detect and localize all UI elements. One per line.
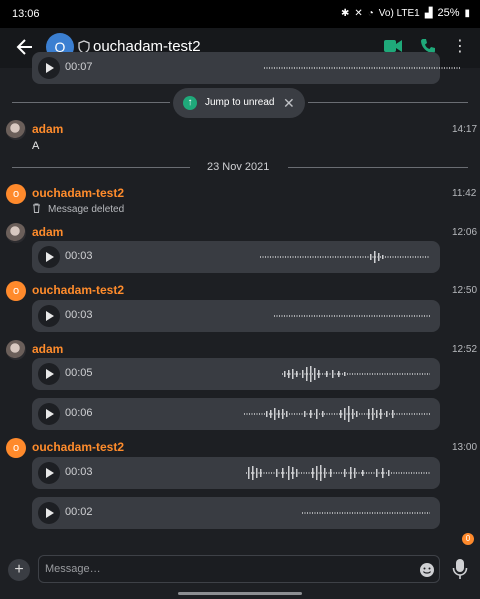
- more-options-icon[interactable]: ⋮: [452, 37, 468, 57]
- voice-duration: 00:02: [65, 506, 93, 518]
- date-divider: 23 Nov 2021: [207, 161, 270, 173]
- play-icon[interactable]: [38, 246, 60, 268]
- avatar[interactable]: o: [6, 281, 26, 301]
- play-icon[interactable]: [38, 403, 60, 425]
- unread-count-badge[interactable]: 0: [462, 533, 474, 545]
- microphone-icon[interactable]: [452, 558, 468, 580]
- chat-screen: 13:06 ✱ ✕ ◔ Vo) LTE1 ▟ 25% ▮ O ouchadam-…: [0, 0, 480, 599]
- voice-message[interactable]: 00:03: [32, 300, 440, 332]
- status-time: 13:06: [12, 8, 40, 20]
- signal-label: Vo) LTE1: [378, 7, 420, 19]
- play-icon[interactable]: [38, 462, 60, 484]
- video-call-icon[interactable]: [384, 39, 402, 53]
- sender-name[interactable]: adam: [32, 122, 63, 136]
- play-icon[interactable]: [38, 305, 60, 327]
- avatar[interactable]: [6, 340, 26, 360]
- avatar[interactable]: [6, 120, 26, 140]
- mute-icon: ✕: [354, 7, 363, 19]
- message-time: 12:50: [452, 285, 478, 296]
- jump-to-unread-label: Jump to unread: [205, 97, 275, 108]
- deleted-label: Message deleted: [48, 204, 125, 215]
- message-time: 13:00: [452, 442, 478, 453]
- play-icon[interactable]: [38, 502, 60, 524]
- emoji-icon[interactable]: [419, 562, 435, 578]
- voice-duration: 00:07: [65, 61, 93, 73]
- message-time: 14:17: [452, 124, 478, 135]
- date-divider-right: [288, 167, 468, 168]
- sender-name[interactable]: ouchadam-test2: [32, 283, 124, 297]
- sender-name[interactable]: adam: [32, 342, 63, 356]
- waveform[interactable]: [246, 463, 430, 483]
- sender-name[interactable]: ouchadam-test2: [32, 440, 124, 454]
- voice-duration: 00:06: [65, 407, 93, 419]
- message-composer: +: [0, 552, 480, 592]
- battery-level: 25%: [437, 7, 460, 19]
- cell-signal-icon: ▟: [424, 7, 433, 19]
- waveform[interactable]: [282, 364, 430, 384]
- date-divider-left: [12, 167, 190, 168]
- waveform[interactable]: [244, 404, 430, 424]
- home-gesture-handle[interactable]: [178, 592, 302, 595]
- voice-message[interactable]: 00:07: [32, 52, 460, 84]
- message-time: 11:42: [452, 188, 477, 199]
- wifi-icon: ◔: [367, 7, 374, 19]
- voice-duration: 00:03: [65, 466, 93, 478]
- avatar[interactable]: o: [6, 184, 26, 204]
- message-input[interactable]: [45, 561, 405, 577]
- status-icons: ✱ ✕ ◔ Vo) LTE1 ▟ 25% ▮: [341, 7, 470, 19]
- voice-message[interactable]: 00:05: [32, 358, 440, 390]
- avatar[interactable]: [6, 223, 26, 243]
- play-icon[interactable]: [38, 363, 60, 385]
- message-time: 12:52: [452, 344, 478, 355]
- unread-divider-left: [12, 102, 170, 103]
- voice-message[interactable]: 00:03: [32, 457, 440, 489]
- trash-icon: [33, 203, 40, 213]
- deleted-message: Message deleted: [32, 203, 124, 215]
- bluetooth-icon: ✱: [340, 7, 350, 19]
- sender-name[interactable]: adam: [32, 225, 63, 239]
- voice-message[interactable]: 00:02: [32, 497, 440, 529]
- battery-icon: ▮: [464, 7, 470, 19]
- message-time: 12:06: [452, 227, 478, 238]
- close-icon[interactable]: ✕: [283, 95, 295, 111]
- message-body[interactable]: A: [32, 140, 39, 152]
- message-timeline[interactable]: 00:07 ↑ Jump to unread ✕ adam 14:17 A 23…: [0, 52, 480, 548]
- status-bar: 13:06 ✱ ✕ ◔ Vo) LTE1 ▟ 25% ▮: [0, 0, 480, 28]
- unread-divider-right: [308, 102, 468, 103]
- gesture-nav-bar: [0, 592, 480, 599]
- add-attachment-button[interactable]: +: [8, 559, 30, 581]
- voice-message[interactable]: 00:03: [32, 241, 440, 273]
- voice-message[interactable]: 00:06: [32, 398, 440, 430]
- waveform[interactable]: [264, 58, 460, 78]
- waveform[interactable]: [302, 503, 430, 523]
- arrow-up-icon: ↑: [183, 96, 197, 110]
- play-icon[interactable]: [38, 57, 60, 79]
- voice-duration: 00:03: [65, 309, 93, 321]
- avatar[interactable]: o: [6, 438, 26, 458]
- waveform[interactable]: [274, 306, 430, 326]
- jump-to-unread-button[interactable]: ↑ Jump to unread ✕: [173, 88, 305, 118]
- voice-duration: 00:03: [65, 250, 93, 262]
- message-field-container: [38, 555, 440, 583]
- waveform[interactable]: [260, 247, 430, 267]
- sender-name[interactable]: ouchadam-test2: [32, 186, 124, 200]
- voice-duration: 00:05: [65, 367, 93, 379]
